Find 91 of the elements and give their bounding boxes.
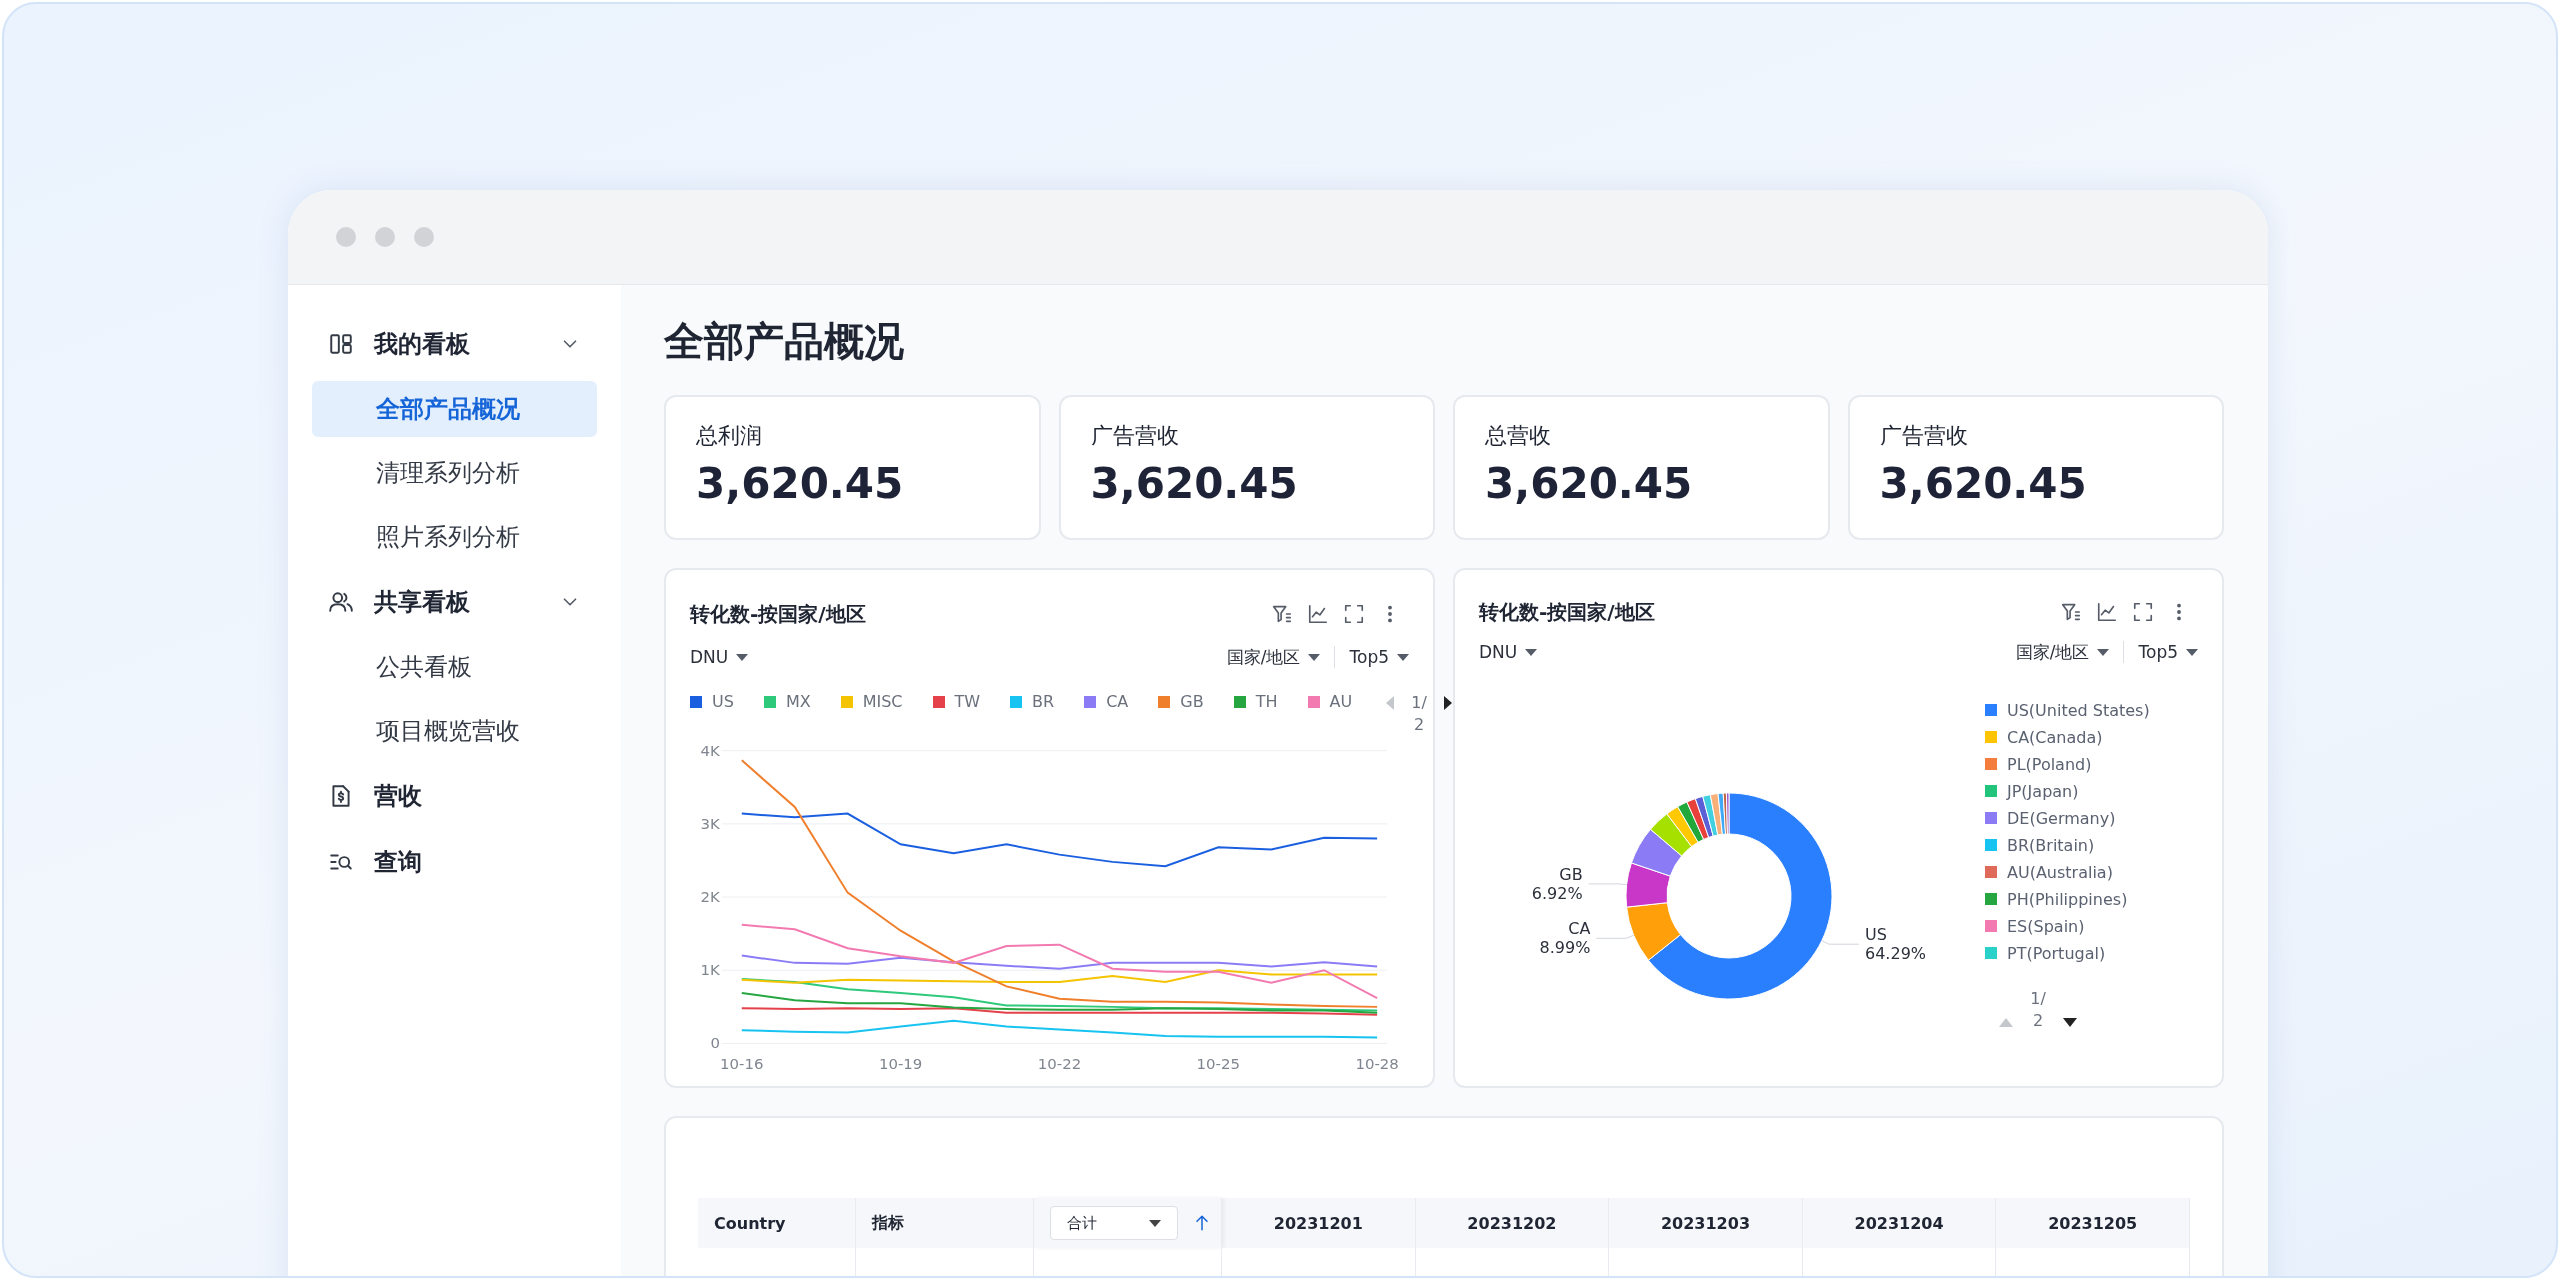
metric-dropdown[interactable]: DNU <box>1479 642 1538 663</box>
legend-item[interactable]: AU <box>1307 692 1353 712</box>
y-axis-label: 1K <box>700 961 720 980</box>
window-control-dot[interactable] <box>414 227 434 247</box>
dimension-dropdown[interactable]: 国家/地区 <box>2015 640 2110 664</box>
data-label: 8.99% <box>1539 938 1591 958</box>
y-axis-label: 2K <box>700 888 720 906</box>
column-header[interactable]: 20231203 <box>1609 1198 1803 1248</box>
column-header[interactable]: 20231202 <box>1415 1198 1610 1248</box>
data-label: CA <box>1568 919 1591 939</box>
data-label: 6.92% <box>1531 883 1583 903</box>
top-n-dropdown[interactable]: Top5 <box>1349 647 1409 667</box>
top-n-dropdown[interactable]: Top5 <box>2138 642 2198 663</box>
kpi-label: 广告营收 <box>1879 422 1969 450</box>
window-control-dot[interactable] <box>336 227 356 247</box>
chart-title: 转化数-按国家/地区 <box>690 600 866 628</box>
x-axis-label: 10-19 <box>878 1055 923 1074</box>
legend-item[interactable]: TH <box>1233 692 1278 712</box>
column-header[interactable]: Country <box>698 1198 856 1248</box>
legend-item[interactable]: CA <box>1084 692 1129 712</box>
kpi-value: 3,620.45 <box>696 459 905 508</box>
caret-icon <box>1149 1219 1161 1227</box>
legend-item[interactable]: ES(Spain) <box>1985 916 2150 936</box>
caret-icon <box>2186 648 2198 656</box>
y-axis-label: 3K <box>700 814 720 833</box>
board-icon <box>328 331 354 357</box>
legend-item[interactable]: PL(Poland) <box>1985 754 2150 774</box>
legend-item[interactable]: AU(Australia) <box>1985 862 2150 882</box>
legend-item[interactable]: MX <box>763 692 811 712</box>
kpi-label: 总营收 <box>1485 422 1552 450</box>
legend-item[interactable]: US(United States) <box>1985 700 2150 720</box>
caret-icon <box>1308 653 1321 661</box>
legend-item[interactable]: US <box>690 692 734 712</box>
x-axis-label: 10-16 <box>720 1055 764 1074</box>
legend-item[interactable]: JP(Japan) <box>1985 781 2150 801</box>
data-label: 64.29% <box>1865 944 1926 964</box>
sidebar-item[interactable]: 公共看板 <box>312 639 597 695</box>
legend-item[interactable]: PT(Portugal) <box>1985 943 2150 963</box>
caret-icon <box>1397 653 1409 661</box>
legend-item[interactable]: BR <box>1010 692 1055 712</box>
sidebar-group[interactable]: 共享看板 <box>312 569 597 635</box>
sidebar-group[interactable]: 我的看板 <box>312 311 597 377</box>
legend-page: 1/2 <box>1410 692 1428 736</box>
fullscreen-icon[interactable] <box>2132 601 2154 624</box>
legend-item[interactable]: PH(Philippines) <box>1985 889 2150 909</box>
line-chart-icon[interactable] <box>2096 601 2118 624</box>
column-header[interactable]: 20231205 <box>1996 1198 2190 1248</box>
caret-icon <box>736 653 749 661</box>
metric-dropdown[interactable]: DNU <box>690 647 749 667</box>
sidebar-group[interactable]: 营收 <box>312 763 597 829</box>
kpi-value: 3,620.45 <box>1090 459 1299 508</box>
sidebar-item[interactable]: 全部产品概况 <box>312 381 597 437</box>
total-dropdown[interactable]: 合计 <box>1050 1206 1178 1240</box>
legend-item[interactable]: CA(Canada) <box>1985 727 2150 747</box>
sidebar-item[interactable]: 项目概览营收 <box>312 703 597 759</box>
x-axis-label: 10-22 <box>1037 1055 1082 1074</box>
caret-icon <box>1525 648 1538 656</box>
y-axis-label: 4K <box>700 741 720 760</box>
sidebar-item[interactable]: 照片系列分析 <box>312 509 597 565</box>
caret-icon <box>2097 648 2110 656</box>
legend-item[interactable]: BR(Britain) <box>1985 835 2150 855</box>
filter-icon[interactable] <box>1271 603 1293 625</box>
data-label: US <box>1865 925 1887 945</box>
y-axis-label: 0 <box>710 1034 720 1053</box>
legend-item[interactable]: TW <box>932 692 981 712</box>
sidebar-item[interactable]: 清理系列分析 <box>312 445 597 501</box>
legend-item[interactable]: DE(Germany) <box>1985 808 2150 828</box>
dimension-dropdown[interactable]: 国家/地区 <box>1226 645 1321 669</box>
leader-line <box>1821 940 1860 945</box>
legend-item[interactable]: GB <box>1158 692 1204 712</box>
sidebar-group[interactable]: 查询 <box>312 829 597 895</box>
kpi-value: 3,620.45 <box>1485 459 1694 508</box>
window-control-dot[interactable] <box>375 227 395 247</box>
page-title: 全部产品概况 <box>664 317 905 366</box>
line-chart-icon[interactable] <box>1307 603 1329 625</box>
fullscreen-icon[interactable] <box>1343 603 1365 625</box>
kpi-label: 总利润 <box>696 422 763 450</box>
x-axis-label: 10-28 <box>1355 1055 1399 1074</box>
kpi-value: 3,620.45 <box>1879 459 2088 508</box>
legend-page: 1/2 <box>2029 988 2047 1032</box>
users-icon <box>328 589 354 615</box>
x-axis-label: 10-25 <box>1196 1055 1240 1074</box>
page-down-icon[interactable] <box>2063 1018 2077 1027</box>
kpi-label: 广告营收 <box>1090 422 1180 450</box>
legend-item[interactable]: MISC <box>840 692 903 712</box>
column-header[interactable]: 20231201 <box>1222 1198 1416 1248</box>
column-header[interactable]: 20231204 <box>1802 1198 1997 1248</box>
column-header[interactable]: 指标 <box>856 1198 1034 1248</box>
data-label: GB <box>1559 864 1583 884</box>
leader-line <box>1595 934 1635 939</box>
chart-title: 转化数-按国家/地区 <box>1479 598 1655 626</box>
